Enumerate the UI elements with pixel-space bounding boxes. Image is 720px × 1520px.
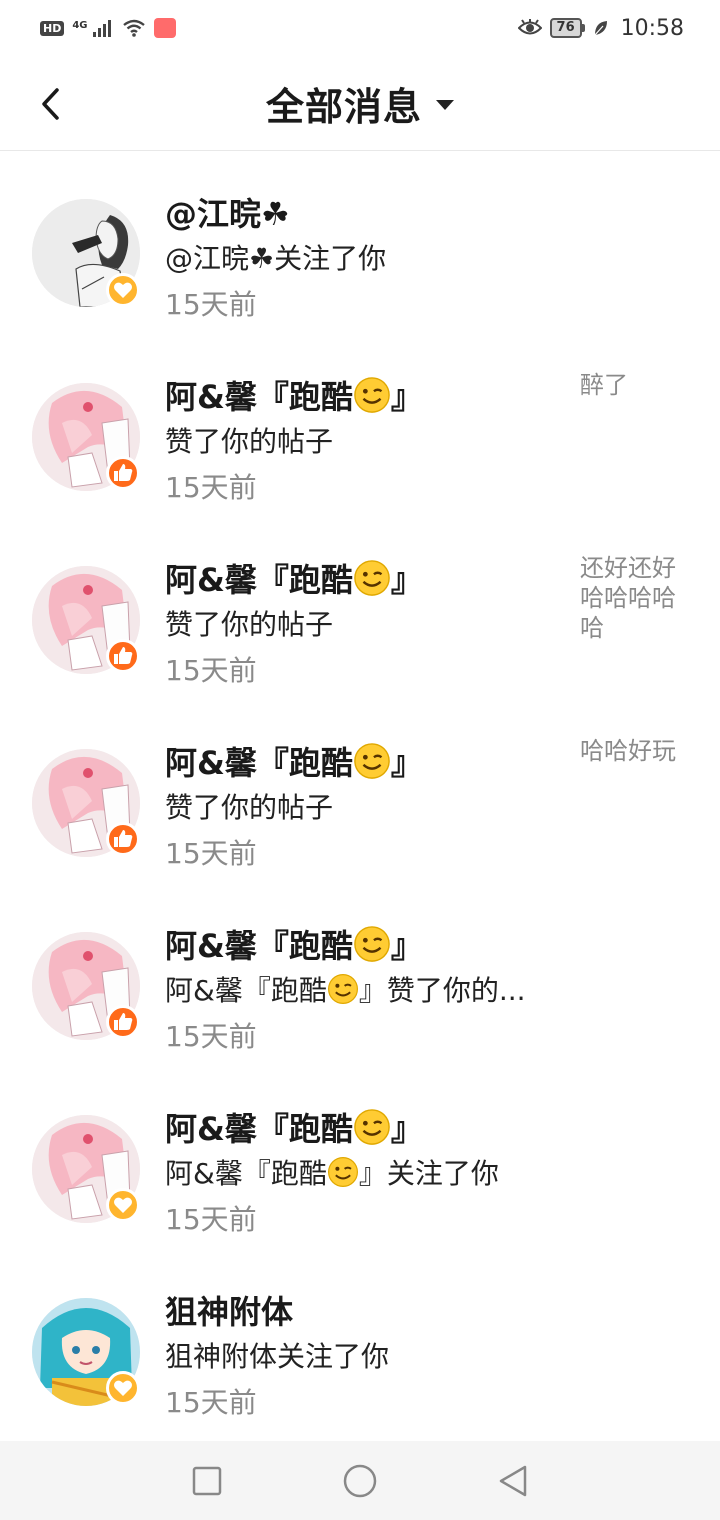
winking-face-emoji [354, 1109, 390, 1145]
post-preview: 醉了 [580, 371, 628, 399]
message-description: @江晥☘关注了你 [165, 242, 387, 275]
heart-badge [106, 1188, 140, 1222]
sender-name-end: 』 [390, 927, 423, 965]
description-text-end: 』关注了你 [358, 1157, 499, 1190]
winking-face-emoji [354, 560, 390, 596]
hd-indicator: HD [40, 20, 65, 36]
message-item[interactable]: 阿&馨『跑酷』 赞了你的帖子 15天前 还好还好哈哈哈哈哈 [0, 517, 720, 700]
system-back-button[interactable] [493, 1461, 533, 1501]
recent-apps-button[interactable] [187, 1461, 227, 1501]
description-text-end: 』赞了你的... [358, 974, 526, 1007]
triangle-back-icon [500, 1465, 527, 1496]
message-item[interactable]: 狙神附体 狙神附体关注了你 15天前 [0, 1249, 720, 1432]
message-item[interactable]: 阿&馨『跑酷』 赞了你的帖子 15天前 哈哈好玩 [0, 700, 720, 883]
sender-name-text: 阿&馨『跑酷 [165, 561, 353, 599]
status-left: HD 4G [40, 18, 176, 38]
message-description: 阿&馨『跑酷 』关注了你 [165, 1152, 499, 1192]
battery-level: 76 [549, 18, 582, 38]
sender-name: 阿&馨『跑酷』 [165, 921, 423, 967]
leaf-icon [594, 21, 607, 36]
message-time: 15天前 [165, 288, 257, 321]
message-filter-dropdown[interactable]: 全部消息 [266, 76, 454, 131]
like-badge [106, 822, 140, 856]
winking-face-emoji [327, 1157, 358, 1187]
sender-name-end: 』 [390, 1110, 423, 1148]
thumbs-up-icon [114, 464, 133, 481]
message-list: @江晥☘ @江晥☘关注了你 15天前 阿&馨『跑酷』 赞了你的帖子 15天前 醉… [0, 151, 720, 1432]
sender-name: 阿&馨『跑酷』 [165, 1104, 423, 1150]
like-badge [106, 639, 140, 673]
wifi-icon [122, 19, 145, 37]
battery-tip [581, 24, 585, 32]
message-time: 15天前 [165, 1203, 257, 1236]
post-preview: 还好还好哈哈哈哈哈 [580, 554, 676, 642]
sender-name-text: 阿&馨『跑酷 [165, 378, 353, 416]
circle-icon [343, 1464, 377, 1497]
message-description: 赞了你的帖子 [165, 608, 334, 641]
heart-badge [106, 273, 140, 307]
like-badge [106, 1005, 140, 1039]
heart-icon [114, 1197, 132, 1213]
winking-face-emoji [354, 926, 390, 962]
description-text: 阿&馨『跑酷 [165, 1157, 327, 1190]
sender-name: 阿&馨『跑酷』 [165, 555, 423, 601]
message-time: 15天前 [165, 1020, 257, 1053]
description-text: 阿&馨『跑酷 [165, 974, 327, 1007]
sender-name-end: 』 [390, 378, 423, 416]
message-time: 15天前 [165, 1386, 257, 1419]
message-description: 狙神附体关注了你 [165, 1340, 390, 1373]
heart-badge [106, 1371, 140, 1405]
message-description: 阿&馨『跑酷 』赞了你的... [165, 969, 526, 1009]
app-notification-icon [153, 18, 176, 38]
post-preview: 哈哈好玩 [580, 737, 676, 765]
heart-icon [114, 1380, 132, 1396]
battery-indicator: 76 [549, 18, 585, 38]
thumbs-up-icon [114, 647, 133, 664]
heart-icon [114, 282, 132, 298]
network-type: 4G [72, 20, 88, 31]
eye-comfort-icon [517, 19, 542, 35]
sender-name: 狙神附体 [165, 1293, 294, 1331]
sender-name-text: 阿&馨『跑酷 [165, 927, 353, 965]
status-right: 76 10:58 [517, 15, 684, 41]
signal-icon [92, 20, 111, 37]
home-button[interactable] [340, 1461, 380, 1501]
clock: 10:58 [620, 15, 684, 41]
system-navigation-bar [0, 1441, 720, 1520]
sender-name: 阿&馨『跑酷』 [165, 372, 423, 418]
thumbs-up-icon [114, 1013, 133, 1030]
header: 全部消息 [0, 56, 720, 151]
winking-face-emoji [327, 974, 358, 1004]
message-item[interactable]: 阿&馨『跑酷』 赞了你的帖子 15天前 醉了 [0, 334, 720, 517]
sender-name: 阿&馨『跑酷』 [165, 738, 423, 784]
back-button[interactable] [28, 82, 72, 126]
status-bar: HD 4G 76 10:58 [0, 0, 720, 56]
caret-down-icon [436, 100, 454, 110]
message-time: 15天前 [165, 654, 257, 687]
message-item[interactable]: 阿&馨『跑酷』 阿&馨『跑酷 』关注了你 15天前 [0, 1066, 720, 1249]
message-item[interactable]: 阿&馨『跑酷』 阿&馨『跑酷 』赞了你的... 15天前 [0, 883, 720, 1066]
sender-name-text: 阿&馨『跑酷 [165, 1110, 353, 1148]
sender-name: @江晥☘ [165, 195, 290, 233]
message-description: 赞了你的帖子 [165, 425, 334, 458]
thumbs-up-icon [114, 830, 133, 847]
square-icon [192, 1466, 221, 1495]
sender-name-end: 』 [390, 561, 423, 599]
sender-name-end: 』 [390, 744, 423, 782]
winking-face-emoji [354, 377, 390, 413]
like-badge [106, 456, 140, 490]
page-title: 全部消息 [265, 84, 422, 129]
message-time: 15天前 [165, 471, 257, 504]
sender-name-text: 阿&馨『跑酷 [165, 744, 353, 782]
winking-face-emoji [354, 743, 390, 779]
message-description: 赞了你的帖子 [165, 791, 334, 824]
chevron-left-icon [42, 88, 59, 120]
message-time: 15天前 [165, 837, 257, 870]
message-item[interactable]: @江晥☘ @江晥☘关注了你 15天前 [0, 151, 720, 334]
